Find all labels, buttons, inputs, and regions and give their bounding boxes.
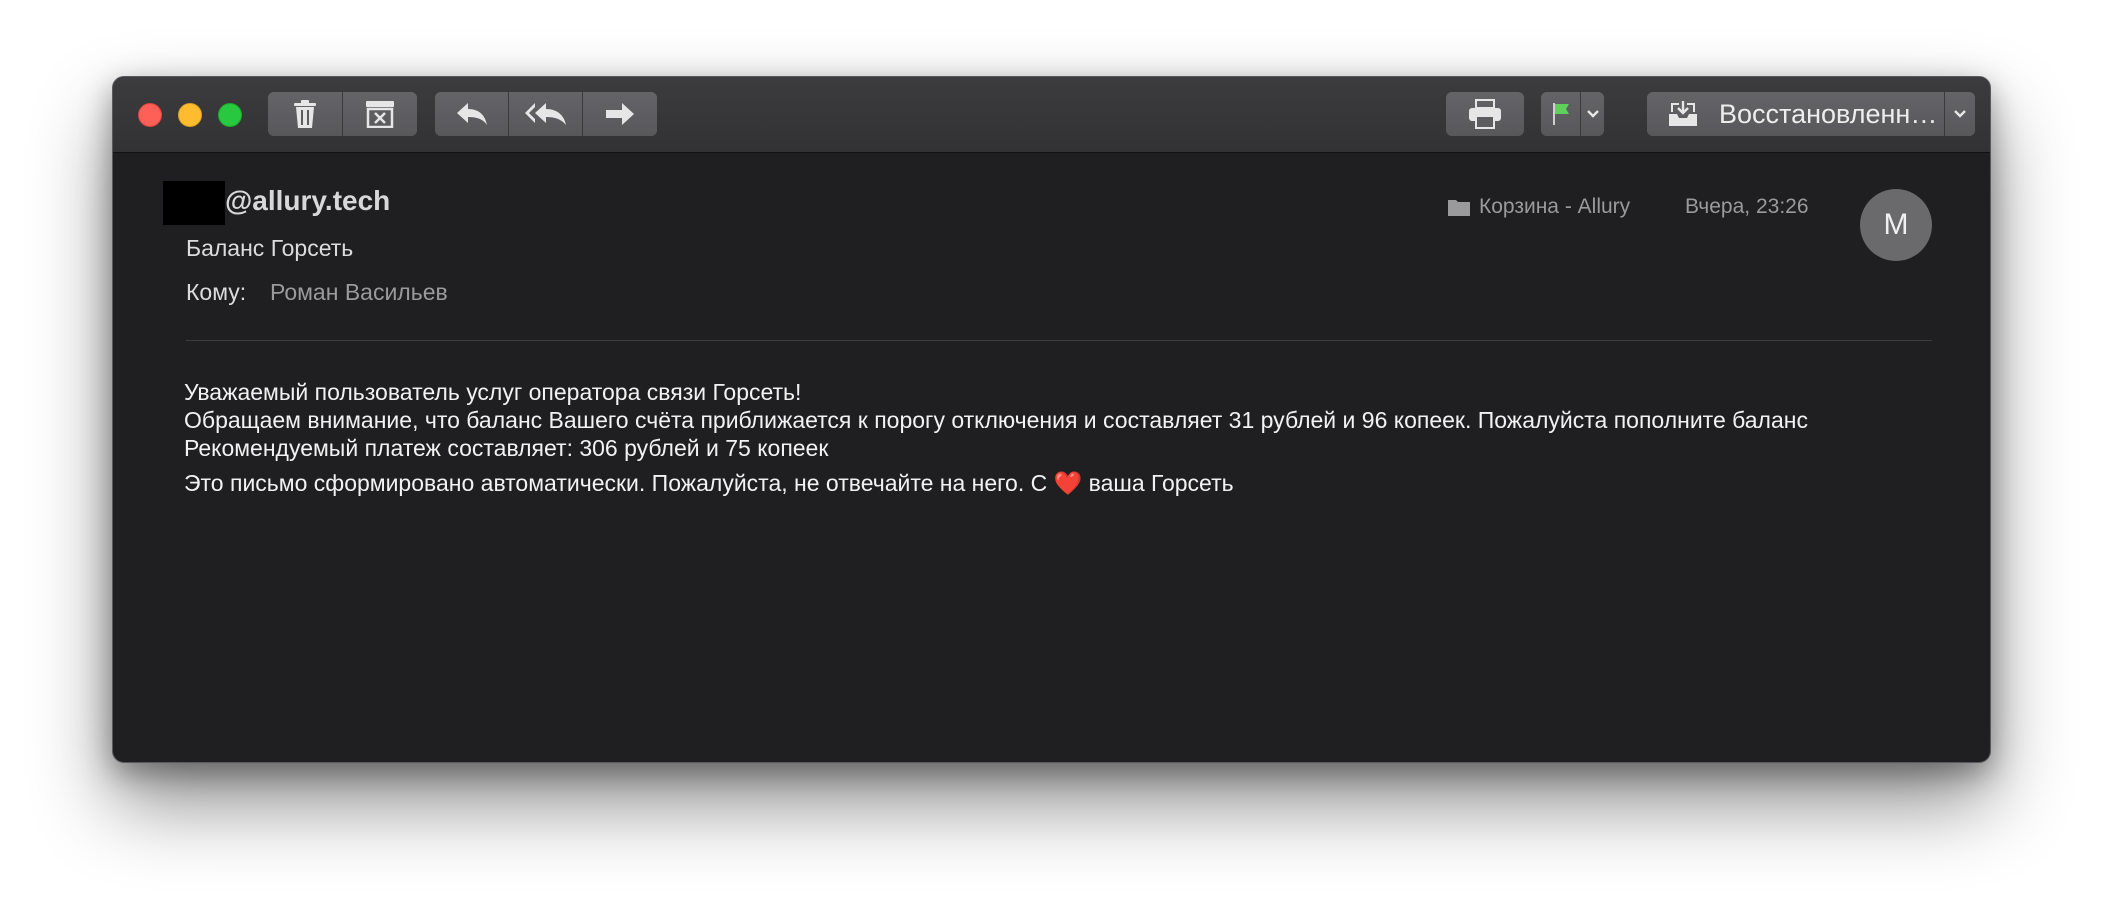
flag-group [1541, 92, 1604, 136]
delete-button[interactable] [268, 92, 343, 136]
reply-button[interactable] [435, 92, 509, 136]
move-dropdown-button[interactable] [1945, 92, 1975, 136]
mailbox-location[interactable]: Корзина - Allury [1447, 195, 1630, 219]
signature-text-start: Это письмо сформировано автоматически. П… [184, 470, 1048, 496]
body-line-payment: Рекомендуемый платеж составляет: 306 руб… [184, 435, 829, 461]
print-button[interactable] [1446, 92, 1524, 136]
delete-archive-group [268, 92, 417, 136]
reply-all-icon [524, 103, 566, 125]
mailbox-label: Корзина - Allury [1479, 195, 1631, 218]
chevron-down-icon [1586, 110, 1599, 118]
body-line-greeting: Уважаемый пользователь услуг оператора с… [184, 379, 802, 405]
header-divider [186, 340, 1932, 341]
reply-icon [456, 103, 487, 125]
forward-button[interactable] [583, 92, 657, 136]
flag-icon [1552, 103, 1569, 125]
trash-icon [294, 100, 316, 128]
heart-icon: ❤️ [1053, 470, 1083, 496]
reply-all-button[interactable] [509, 92, 583, 136]
move-to-mailbox-button[interactable]: Восстановленн… [1647, 92, 1945, 136]
move-to-mailbox-icon [1669, 101, 1697, 126]
signature-text-end: ваша Горсеть [1088, 470, 1234, 496]
reply-forward-group [435, 92, 657, 136]
zoom-window-button[interactable] [218, 103, 242, 127]
recipient-name[interactable]: Роман Васильев [270, 279, 448, 306]
archive-button[interactable] [343, 92, 417, 136]
printer-icon [1469, 99, 1501, 129]
to-label: Кому: [186, 279, 247, 305]
message-subject: Баланс Горсеть [186, 235, 354, 261]
print-group [1446, 92, 1524, 136]
message-date: Вчера, 23:26 [1685, 195, 1809, 218]
chevron-down-icon [1954, 110, 1966, 118]
move-to-group: Восстановленн… [1647, 92, 1975, 136]
redacted-sender-name [163, 181, 225, 225]
toolbar: Восстановленн… [113, 77, 1990, 153]
close-window-button[interactable] [138, 103, 162, 127]
avatar: M [1860, 189, 1932, 261]
body-line-balance: Обращаем внимание, что баланс Вашего счё… [184, 407, 1808, 433]
archive-icon [366, 101, 394, 128]
sender-address[interactable]: @allury.tech [225, 185, 390, 217]
folder-icon [1448, 200, 1470, 216]
move-to-mailbox-label: Восстановленн… [1719, 98, 1938, 129]
flag-dropdown-button[interactable] [1581, 92, 1604, 136]
forward-icon [606, 103, 634, 125]
mail-window: Восстановленн… @allury.tech Баланс Горсе… [112, 76, 1991, 763]
body-line-signature: Это письмо сформировано автоматически. П… [184, 470, 1234, 497]
minimize-window-button[interactable] [178, 103, 202, 127]
flag-button[interactable] [1541, 92, 1581, 136]
